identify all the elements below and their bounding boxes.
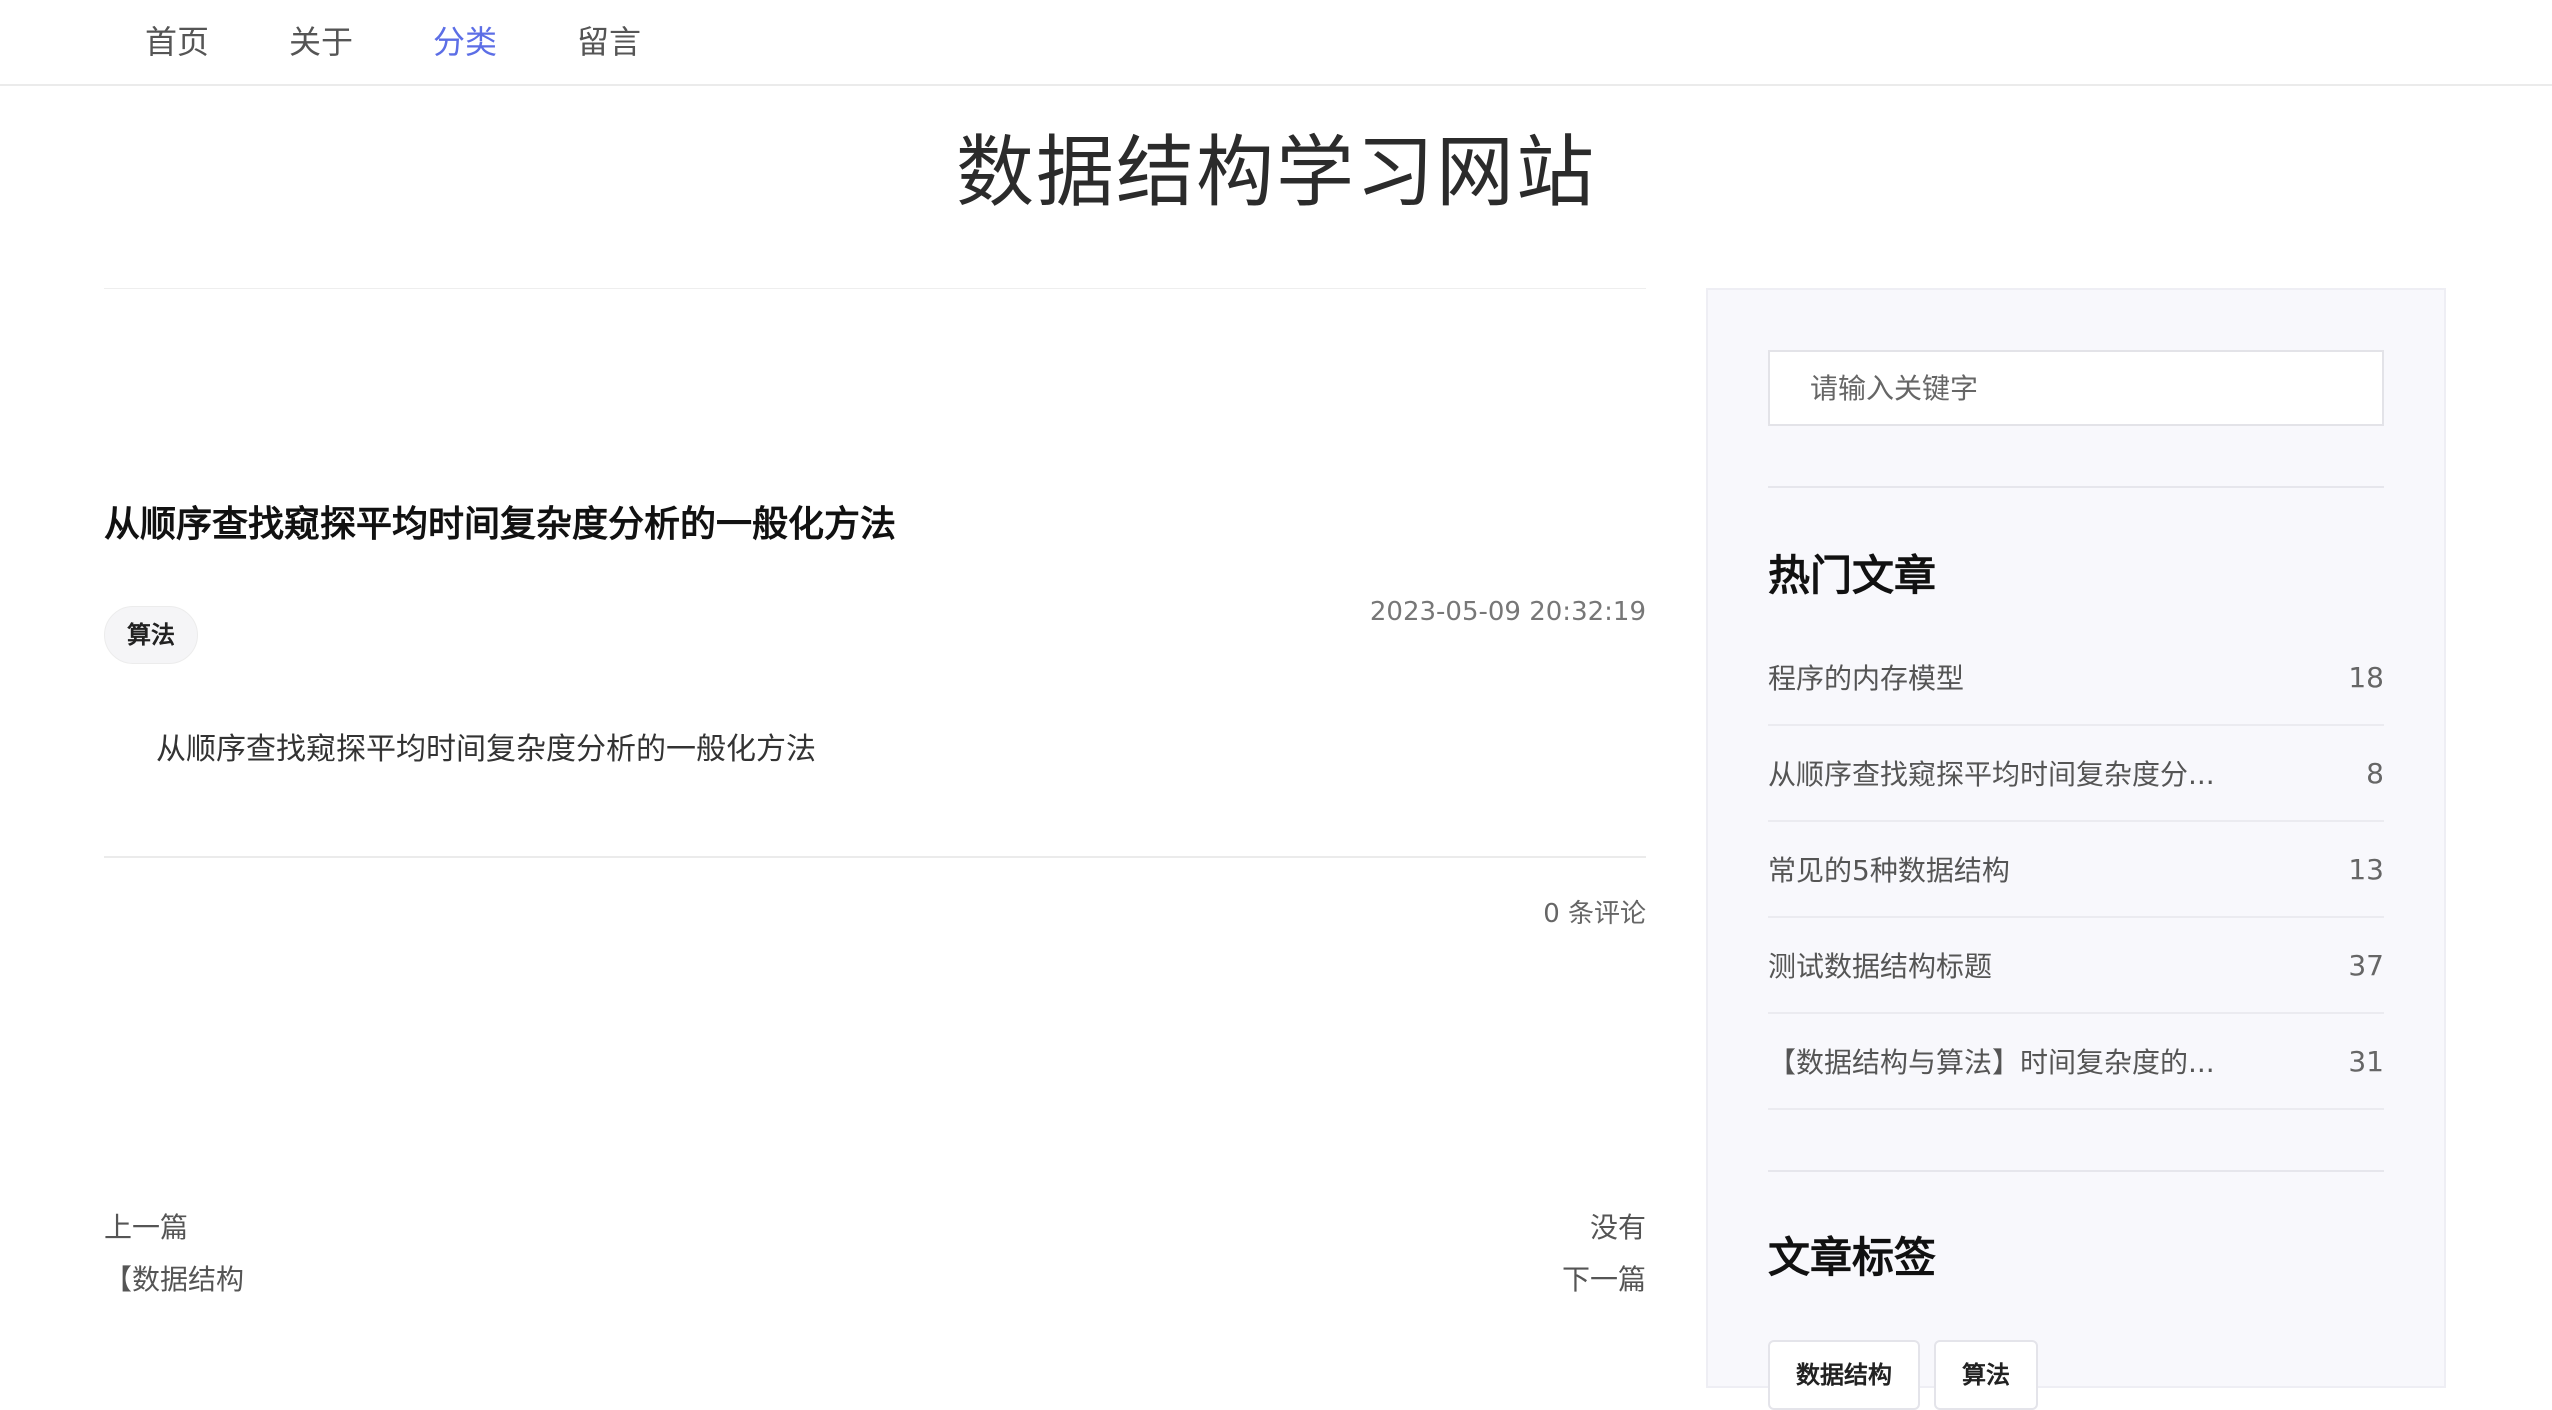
post-summary: 从顺序查找窥探平均时间复杂度分析的一般化方法	[156, 732, 816, 767]
post-date: 2023-05-09 20:32:19	[1369, 597, 1646, 627]
nav-item-home[interactable]: 首页	[145, 18, 209, 66]
hot-articles-list: 程序的内存模型 18 从顺序查找窥探平均时间复杂度分... 8 常见的5种数据结…	[1768, 630, 2384, 1110]
prev-post-link[interactable]: 【数据结构	[104, 1260, 244, 1300]
sidebar-divider	[1768, 486, 2384, 488]
post-divider	[104, 856, 1646, 858]
comment-count[interactable]: 0 条评论	[1543, 896, 1646, 932]
hot-article-item[interactable]: 【数据结构与算法】时间复杂度的... 31	[1768, 1014, 2384, 1110]
hot-article-item[interactable]: 常见的5种数据结构 13	[1768, 822, 2384, 918]
post-tag-badge[interactable]: 算法	[104, 606, 198, 664]
nav-item-guestbook[interactable]: 留言	[577, 18, 641, 66]
hot-article-title: 常见的5种数据结构	[1768, 854, 2010, 887]
hot-article-count: 18	[2348, 660, 2384, 694]
nav-item-about[interactable]: 关于	[289, 18, 353, 66]
hot-article-count: 8	[2366, 756, 2384, 790]
next-post-link[interactable]: 没有	[1590, 1208, 1646, 1248]
sidebar-divider	[1768, 1170, 2384, 1172]
hot-article-title: 测试数据结构标题	[1768, 950, 1993, 983]
site-title: 数据结构学习网站	[955, 128, 1596, 218]
next-post-label: 下一篇	[1561, 1263, 1646, 1296]
tag-cloud: 数据结构 算法	[1768, 1340, 2038, 1410]
top-navigation: 首页 关于 分类 留言	[0, 0, 2552, 86]
hot-article-count: 37	[2348, 948, 2384, 982]
hot-article-title: 从顺序查找窥探平均时间复杂度分...	[1768, 758, 2215, 791]
hot-articles-heading: 热门文章	[1768, 551, 1937, 600]
hot-article-item[interactable]: 从顺序查找窥探平均时间复杂度分... 8	[1768, 726, 2384, 822]
nav-item-categories[interactable]: 分类	[433, 18, 497, 66]
prev-post-label: 上一篇	[104, 1211, 189, 1244]
search-input[interactable]	[1768, 350, 2384, 426]
hot-article-title: 程序的内存模型	[1768, 662, 1965, 695]
tags-heading: 文章标签	[1768, 1233, 1937, 1282]
hot-article-count: 31	[2348, 1044, 2384, 1078]
tag-chip[interactable]: 数据结构	[1768, 1340, 1920, 1410]
hot-article-count: 13	[2348, 852, 2384, 886]
post-title[interactable]: 从顺序查找窥探平均时间复杂度分析的一般化方法	[104, 500, 1504, 550]
hot-article-item[interactable]: 测试数据结构标题 37	[1768, 918, 2384, 1014]
hot-article-item[interactable]: 程序的内存模型 18	[1768, 630, 2384, 726]
hot-article-title: 【数据结构与算法】时间复杂度的...	[1768, 1046, 2215, 1079]
sidebar: 热门文章 程序的内存模型 18 从顺序查找窥探平均时间复杂度分... 8 常见的…	[1706, 288, 2446, 1410]
tag-chip[interactable]: 算法	[1934, 1340, 2038, 1410]
main-top-divider	[104, 288, 1646, 289]
